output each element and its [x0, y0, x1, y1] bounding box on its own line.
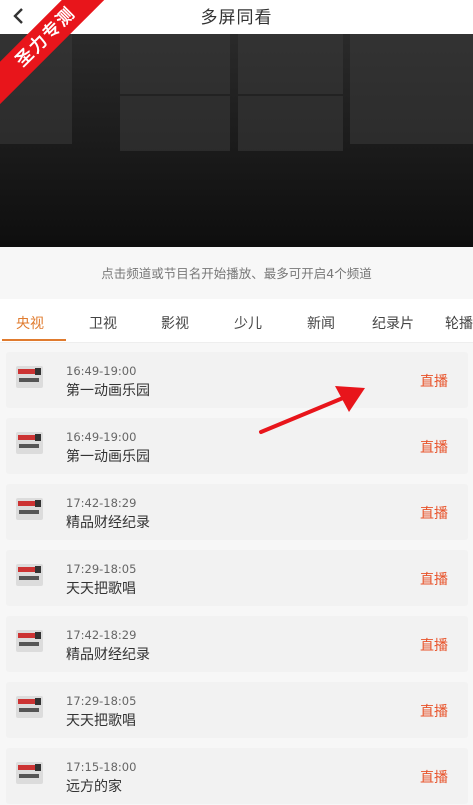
channel-row[interactable]: 17:42-18:29 精品财经纪录 直播 [6, 616, 468, 672]
hint-text: 点击频道或节目名开始播放、最多可开启4个频道 [101, 266, 372, 281]
channel-row[interactable]: 17:15-18:00 远方的家 直播 [6, 748, 468, 804]
channel-category-tabs: 央视 卫视 影视 少儿 新闻 纪录片 轮播 [0, 299, 473, 343]
program-time: 17:42-18:29 [66, 628, 137, 642]
program-name[interactable]: 远方的家 [66, 776, 122, 796]
program-time: 17:42-18:29 [66, 496, 137, 510]
program-name[interactable]: 第一动画乐园 [66, 446, 150, 466]
program-time: 17:29-18:05 [66, 694, 137, 708]
program-time: 17:29-18:05 [66, 562, 137, 576]
channel-row[interactable]: 16:49-19:00 第一动画乐园 直播 [6, 418, 468, 474]
program-time: 17:15-18:00 [66, 760, 137, 774]
video-preview[interactable] [0, 34, 473, 247]
preview-tile [238, 34, 343, 94]
program-name[interactable]: 天天把歌唱 [66, 710, 136, 730]
channel-list: 16:49-19:00 第一动画乐园 直播 16:49-19:00 第一动画乐园… [0, 343, 473, 805]
tab-news[interactable]: 新闻 [307, 313, 335, 333]
live-button[interactable]: 直播 [420, 635, 448, 655]
active-tab-indicator [2, 339, 66, 341]
cctv-logo-icon [16, 432, 43, 454]
tab-documentary[interactable]: 纪录片 [372, 313, 414, 333]
tab-carousel[interactable]: 轮播 [445, 313, 473, 333]
program-name[interactable]: 第一动画乐园 [66, 380, 150, 400]
program-name[interactable]: 精品财经纪录 [66, 644, 150, 664]
cctv-logo-icon [16, 630, 43, 652]
channel-row[interactable]: 17:29-18:05 天天把歌唱 直播 [6, 550, 468, 606]
hint-area: 点击频道或节目名开始播放、最多可开启4个频道 [0, 247, 473, 299]
tab-movies[interactable]: 影视 [161, 313, 189, 333]
channel-row[interactable]: 16:49-19:00 第一动画乐园 直播 [6, 352, 468, 408]
program-time: 16:49-19:00 [66, 364, 137, 378]
preview-tile [350, 34, 473, 144]
channel-row[interactable]: 17:29-18:05 天天把歌唱 直播 [6, 682, 468, 738]
cctv-logo-icon [16, 696, 43, 718]
tab-cctv[interactable]: 央视 [16, 313, 44, 333]
channel-row[interactable]: 17:42-18:29 精品财经纪录 直播 [6, 484, 468, 540]
cctv-logo-icon [16, 366, 43, 388]
cctv-logo-icon [16, 564, 43, 586]
annotation-arrow-icon [259, 386, 365, 434]
live-button[interactable]: 直播 [420, 569, 448, 589]
live-button[interactable]: 直播 [420, 701, 448, 721]
program-time: 16:49-19:00 [66, 430, 137, 444]
preview-tile [120, 96, 230, 151]
program-name[interactable]: 天天把歌唱 [66, 578, 136, 598]
tab-satellite[interactable]: 卫视 [89, 313, 117, 333]
tab-kids[interactable]: 少儿 [234, 313, 262, 333]
preview-tile [120, 34, 230, 94]
live-button[interactable]: 直播 [420, 437, 448, 457]
program-name[interactable]: 精品财经纪录 [66, 512, 150, 532]
preview-tile [238, 96, 343, 151]
cctv-logo-icon [16, 498, 43, 520]
live-button[interactable]: 直播 [420, 767, 448, 787]
cctv-logo-icon [16, 762, 43, 784]
live-button[interactable]: 直播 [420, 371, 448, 391]
live-button[interactable]: 直播 [420, 503, 448, 523]
